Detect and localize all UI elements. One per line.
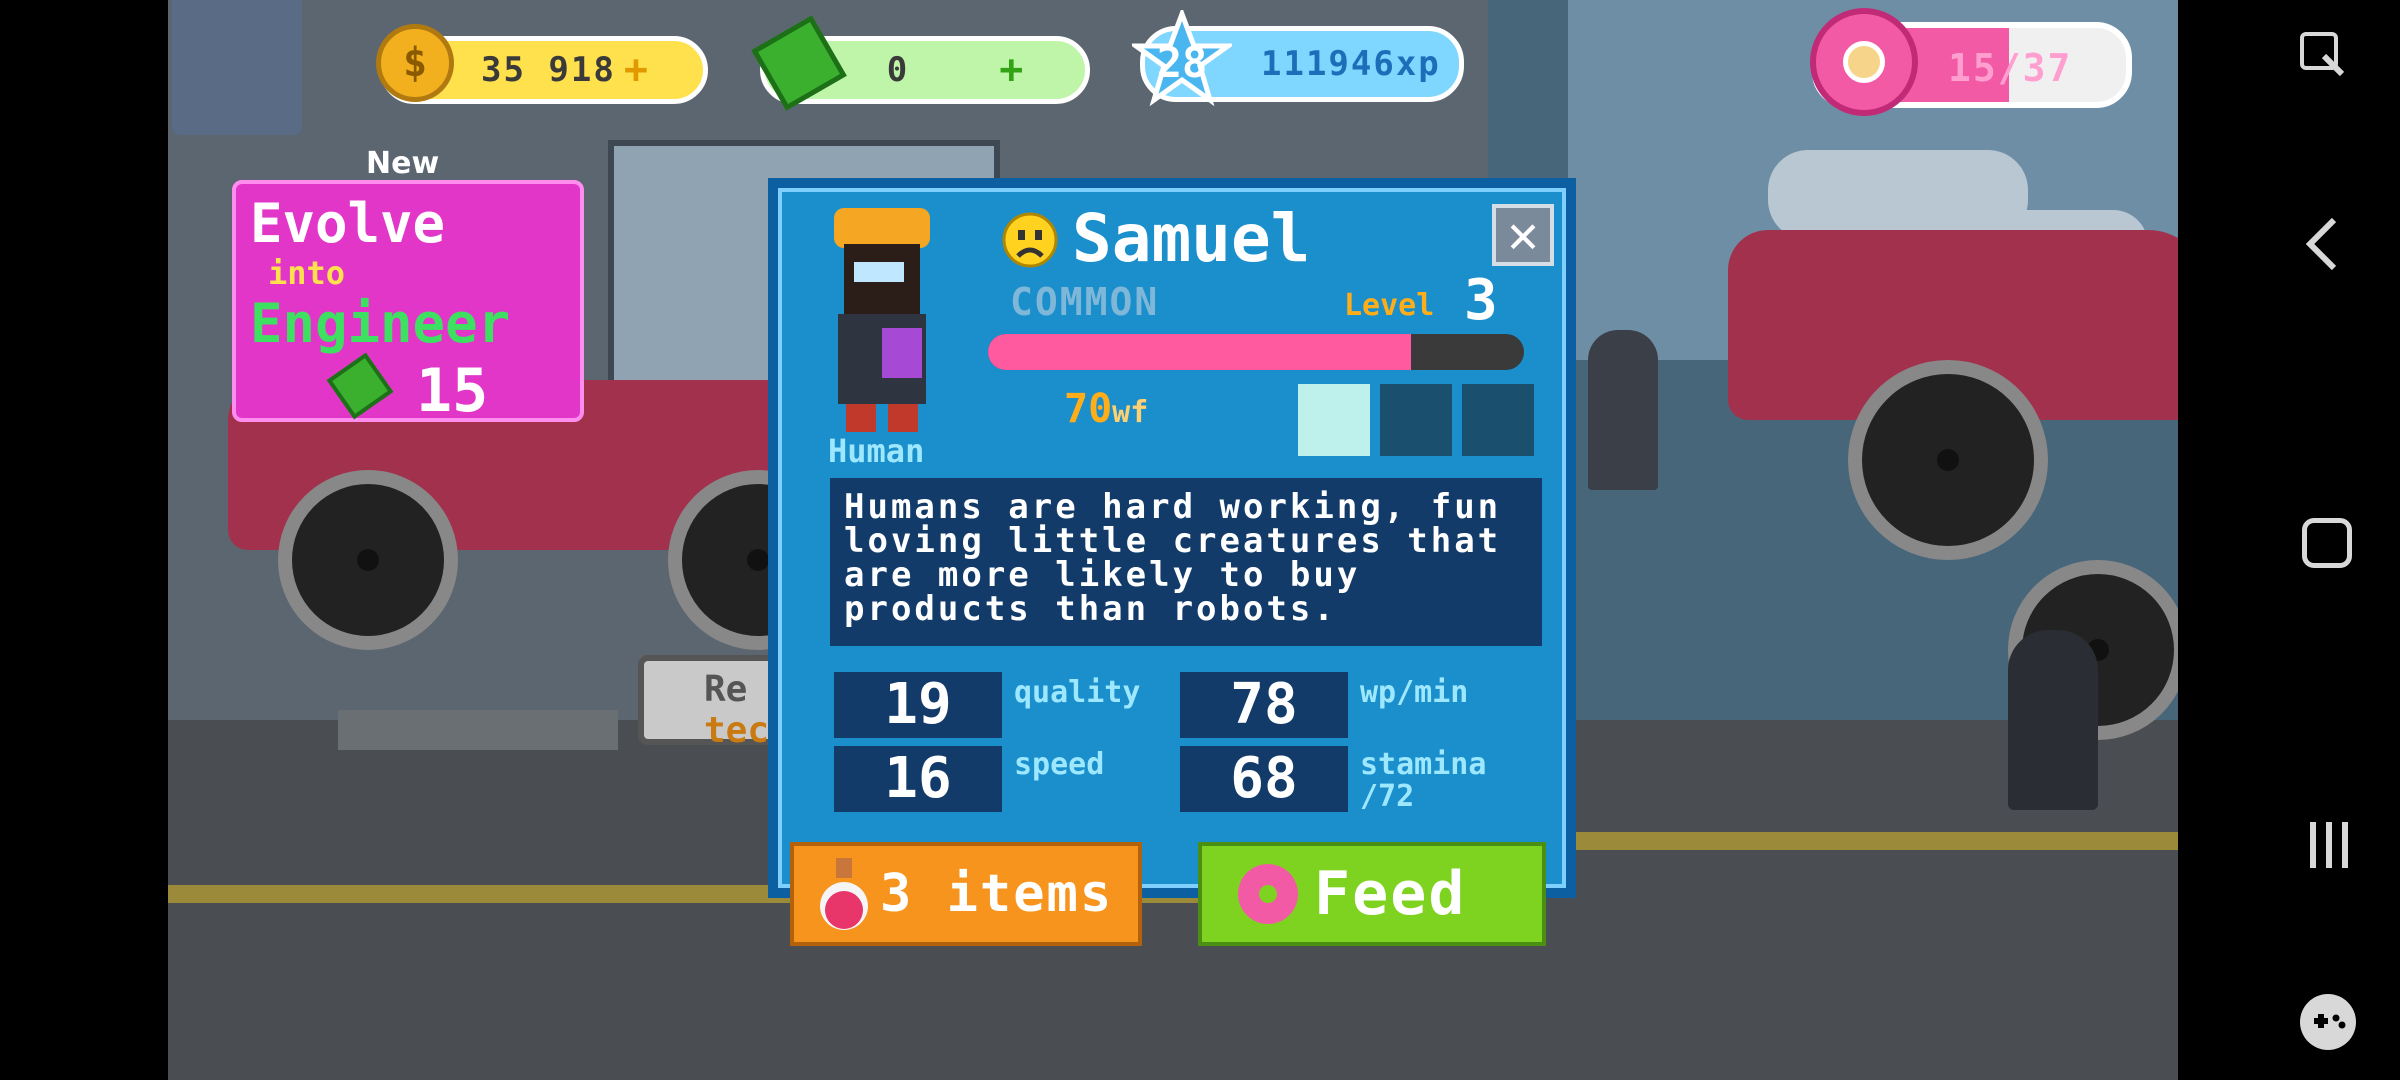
stat-stamina-label: stamina	[1360, 747, 1487, 782]
close-icon: ✕	[1507, 205, 1539, 265]
character-description: Humans are hard working, fun loving litt…	[830, 478, 1542, 646]
new-label: New	[366, 146, 440, 181]
stat-wpm-label: wp/min	[1360, 675, 1469, 710]
cash-value: 0	[886, 50, 910, 90]
avatar-slot[interactable]	[172, 0, 302, 135]
home-icon[interactable]	[2302, 518, 2352, 568]
car-wheel	[1848, 360, 2048, 560]
evolve-cost: 15	[416, 356, 489, 426]
player-level: 28	[1156, 38, 1208, 87]
character-dialog: Human Samuel ✕ COMMON Level 3 70wf Human…	[768, 178, 1576, 898]
stat-quality-value: 19	[834, 672, 1002, 738]
cash-icon	[326, 352, 394, 420]
stat-quality-label: quality	[1014, 675, 1141, 710]
feed-button[interactable]: Feed	[1198, 842, 1546, 946]
wf-number: 70	[1064, 386, 1113, 432]
trait-slot-empty[interactable]	[1380, 384, 1452, 456]
add-coins-button[interactable]: +	[624, 47, 648, 93]
floor-stripe	[1548, 832, 2178, 850]
trait-slot-filled[interactable]	[1298, 384, 1370, 456]
stat-speed-value: 16	[834, 746, 1002, 812]
stat-stamina-value: 68	[1180, 746, 1348, 812]
car-lift	[338, 710, 618, 750]
donut-icon	[1238, 864, 1298, 924]
worker-character[interactable]	[2008, 630, 2098, 810]
evolve-into: into	[268, 254, 346, 292]
evolve-banner[interactable]: Evolve into Engineer 15	[232, 180, 584, 426]
android-nav-bar	[2178, 0, 2400, 1080]
coins-value: 35 918	[481, 50, 616, 90]
coin-icon: $	[376, 24, 454, 102]
evolve-title: Evolve	[250, 192, 446, 255]
character-portrait	[824, 198, 940, 438]
xp-value: 111946xp	[1261, 44, 1441, 84]
car-wheel	[278, 470, 458, 650]
recents-icon[interactable]	[2306, 820, 2352, 870]
game-tools-icon[interactable]	[2300, 994, 2356, 1050]
evolve-target: Engineer	[250, 292, 511, 355]
wf-unit: wf	[1112, 395, 1149, 430]
star-badge-icon: 28	[1132, 10, 1232, 110]
donut-count: 15/37	[1948, 46, 2073, 90]
add-cash-button[interactable]: +	[999, 47, 1023, 93]
back-icon[interactable]	[2302, 216, 2342, 272]
rarity-label: COMMON	[1010, 280, 1160, 324]
items-label: 3 items	[880, 864, 1114, 924]
level-value: 3	[1464, 268, 1498, 333]
potion-icon	[820, 858, 868, 930]
sad-face-icon	[1002, 212, 1058, 268]
screen-tool-icon[interactable]	[2298, 30, 2348, 80]
close-button[interactable]: ✕	[1492, 204, 1554, 266]
stat-wpm-value: 78	[1180, 672, 1348, 738]
wf-value: 70wf	[1064, 386, 1148, 432]
stat-speed-label: speed	[1014, 747, 1105, 782]
character-name: Samuel	[1072, 200, 1311, 277]
level-progress-fill	[988, 334, 1412, 370]
worker-character[interactable]	[1588, 330, 1658, 490]
species-label: Human	[828, 432, 925, 470]
feed-label: Feed	[1314, 859, 1467, 929]
donut-icon	[1810, 8, 1918, 116]
level-progress-bar	[988, 334, 1524, 370]
level-label: Level	[1344, 288, 1435, 323]
items-button[interactable]: 3 items	[790, 842, 1142, 946]
stat-stamina-max: /72	[1360, 779, 1415, 814]
trait-slot-empty[interactable]	[1462, 384, 1534, 456]
